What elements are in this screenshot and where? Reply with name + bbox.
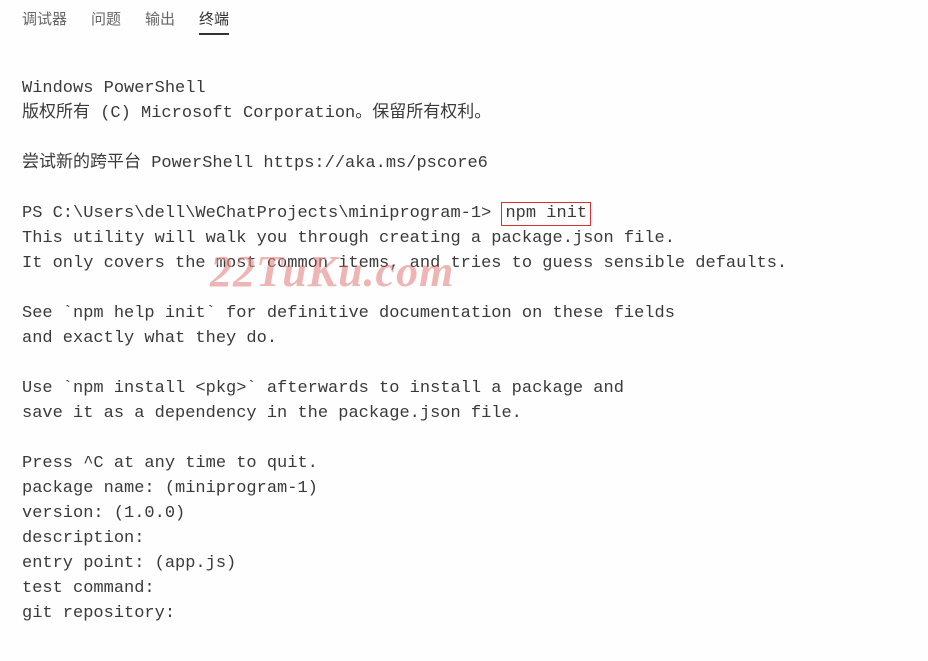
terminal-line: git repository: bbox=[22, 604, 175, 623]
terminal-line: description: bbox=[22, 529, 144, 548]
terminal-line: 尝试新的跨平台 PowerShell https://aka.ms/pscore… bbox=[22, 154, 488, 173]
terminal-line: entry point: (app.js) bbox=[22, 554, 236, 573]
terminal-line: Use `npm install <pkg>` afterwards to in… bbox=[22, 379, 624, 398]
terminal-line: and exactly what they do. bbox=[22, 329, 277, 348]
tab-terminal[interactable]: 终端 bbox=[199, 8, 229, 35]
terminal-prompt: PS C:\Users\dell\WeChatProjects\miniprog… bbox=[22, 204, 501, 223]
terminal-line: package name: (miniprogram-1) bbox=[22, 479, 318, 498]
terminal-line: save it as a dependency in the package.j… bbox=[22, 404, 522, 423]
terminal-line: It only covers the most common items, an… bbox=[22, 254, 787, 273]
terminal-line: Press ^C at any time to quit. bbox=[22, 454, 318, 473]
command-highlight: npm init bbox=[501, 202, 591, 226]
tabs-bar: 调试器 问题 输出 终端 bbox=[0, 0, 928, 41]
tab-problems[interactable]: 问题 bbox=[91, 8, 121, 35]
terminal-line: 版权所有 (C) Microsoft Corporation。保留所有权利。 bbox=[22, 104, 491, 123]
terminal-line: See `npm help init` for definitive docum… bbox=[22, 304, 675, 323]
terminal-line: test command: bbox=[22, 579, 155, 598]
terminal-line: version: (1.0.0) bbox=[22, 504, 185, 523]
terminal-line: This utility will walk you through creat… bbox=[22, 229, 675, 248]
tab-output[interactable]: 输出 bbox=[145, 8, 175, 35]
terminal-panel[interactable]: Windows PowerShell 版权所有 (C) Microsoft Co… bbox=[0, 41, 928, 661]
terminal-line: Windows PowerShell bbox=[22, 79, 206, 98]
tab-debugger[interactable]: 调试器 bbox=[22, 8, 67, 35]
